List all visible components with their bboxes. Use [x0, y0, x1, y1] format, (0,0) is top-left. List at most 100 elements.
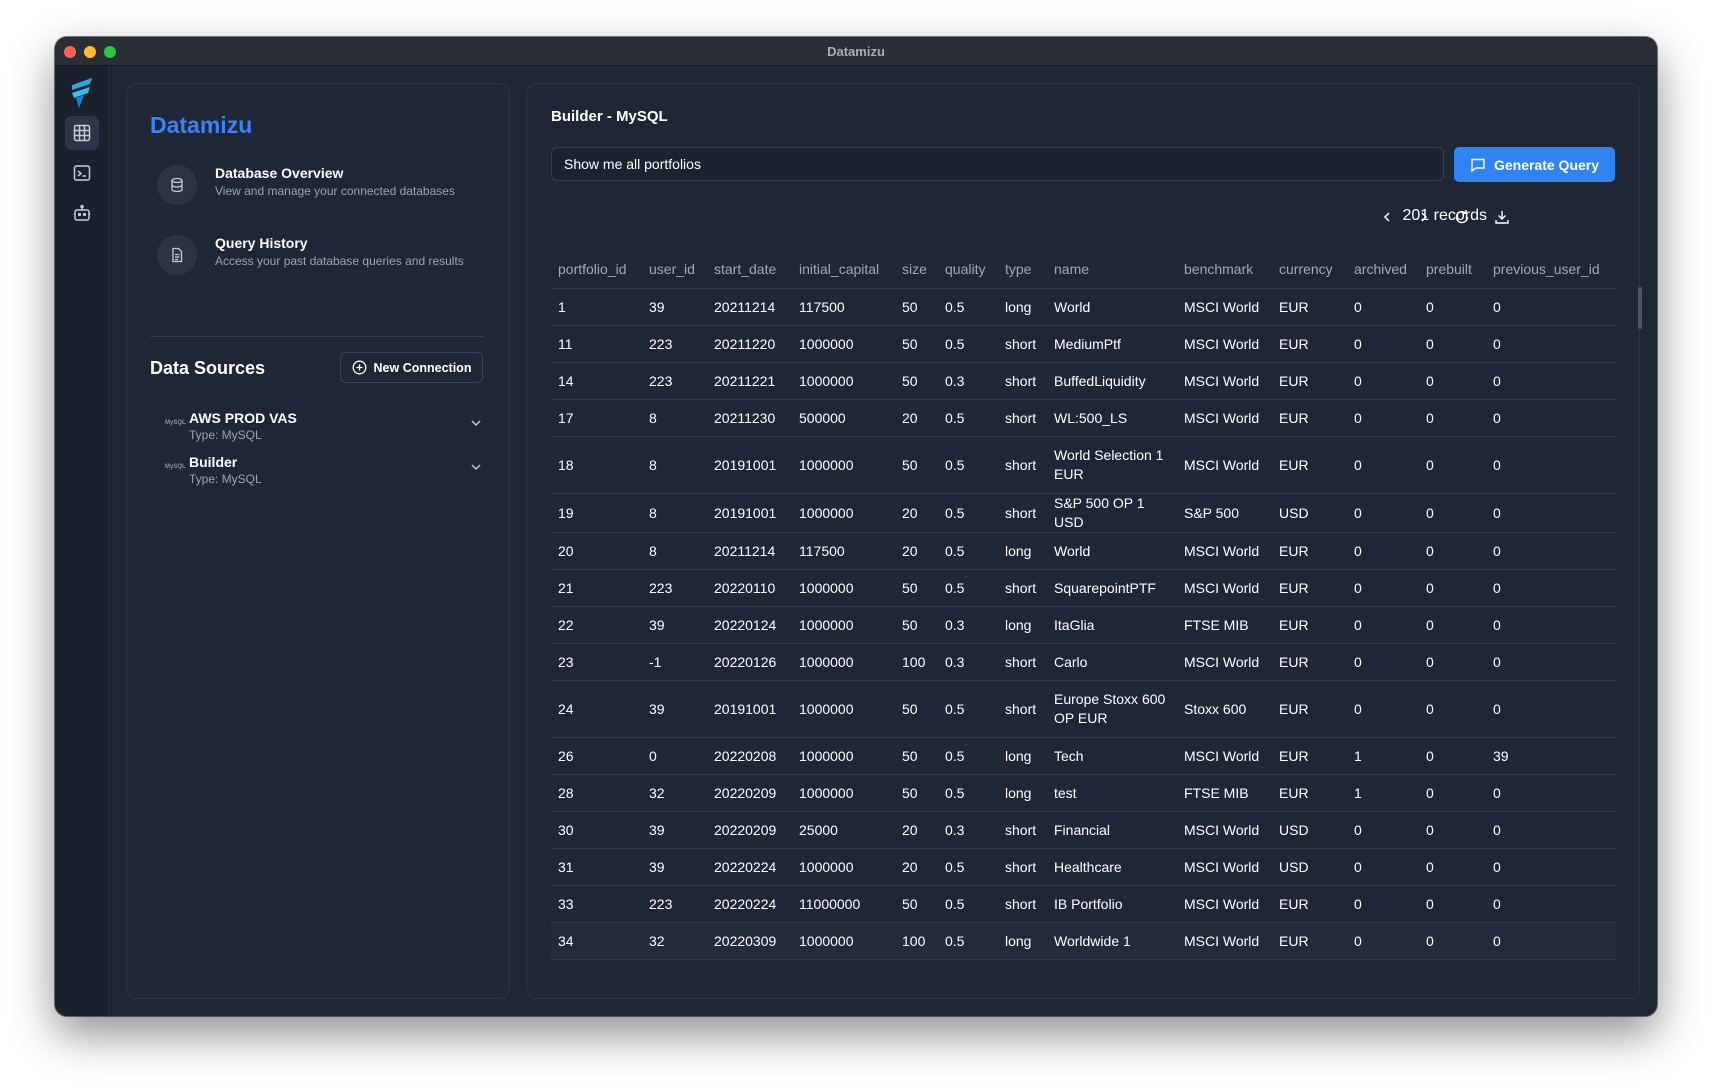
table-row[interactable]: 11 223 20211220 1000000 50 0.5 short MediumPtf M… [551, 325, 1616, 363]
table-cell: short [998, 811, 1047, 849]
table-cell: MSCI World [1177, 436, 1272, 494]
table-cell: 23 [551, 643, 642, 681]
table-cell: 39 [642, 811, 707, 849]
table-cell: MediumPtf [1047, 325, 1177, 363]
table-cell: 32 [642, 774, 707, 812]
data-sources-title: Data Sources [150, 358, 266, 378]
table-row[interactable]: 1 39 20211214 117500 50 0.5 long World MSCI Worl… [551, 288, 1616, 326]
table-row[interactable]: 24 39 20191001 1000000 50 0.5 short Europe Stox… [551, 680, 1616, 738]
table-cell: 0 [1419, 532, 1486, 570]
column-header-currency[interactable]: currency [1272, 250, 1347, 289]
table-row[interactable]: 17 8 20211230 500000 20 0.5 short WL:500_LS MSCI… [551, 399, 1616, 437]
table-cell: 20 [895, 848, 938, 886]
table-cell: 1000000 [792, 493, 895, 533]
column-header-start-date[interactable]: start_date [707, 250, 792, 289]
chevron-left-icon [1383, 212, 1390, 222]
table-view-icon[interactable] [65, 116, 99, 150]
table-cell: 20211220 [707, 325, 792, 363]
table-row[interactable]: 23 -1 20220126 1000000 100 0.3 short Carlo MSCI … [551, 643, 1616, 681]
previous-page-button[interactable] [1375, 205, 1399, 229]
table-cell: 0 [1419, 643, 1486, 681]
table-cell: 117500 [792, 532, 895, 570]
table-row[interactable]: 33 223 20220224 11000000 50 0.5 short IB Portfo… [551, 885, 1616, 923]
nav-database-overview[interactable]: Database Overview View and manage your c… [157, 165, 497, 209]
table-row[interactable]: 30 39 20220209 25000 20 0.3 short Financial MSCI… [551, 811, 1616, 849]
table-cell: 50 [895, 680, 938, 738]
nav-query-history[interactable]: Query History Access your past database … [157, 235, 497, 287]
column-header-portfolio-id[interactable]: portfolio_id [551, 250, 642, 289]
nav-description: Access your past database queries and re… [215, 254, 464, 268]
table-cell: 0 [1347, 922, 1419, 960]
table-cell: S&P 500 OP 1 USD [1047, 493, 1177, 533]
bot-icon[interactable] [65, 196, 99, 230]
table-row[interactable]: 20 8 20211214 117500 20 0.5 long World MSCI Worl… [551, 532, 1616, 570]
table-row[interactable]: 19 8 20191001 1000000 20 0.5 short S&P 500 OP 1… [551, 493, 1616, 533]
nav-title: Database Overview [215, 165, 344, 181]
table-cell: 0 [1347, 643, 1419, 681]
data-source-item[interactable]: MySQL AWS PROD VAS Type: MySQL [165, 410, 483, 446]
table-cell: 8 [642, 532, 707, 570]
table-cell: 26 [551, 737, 642, 775]
table-cell: 11 [551, 325, 642, 363]
generate-query-button[interactable]: Generate Query [1454, 147, 1615, 182]
table-cell: short [998, 885, 1047, 923]
table-cell: 0 [1347, 288, 1419, 326]
column-header-size[interactable]: size [895, 250, 938, 289]
table-cell: 17 [551, 399, 642, 437]
table-cell: 22 [551, 606, 642, 644]
chevron-down-icon[interactable] [469, 460, 483, 474]
column-header-user-id[interactable]: user_id [642, 250, 707, 289]
table-cell: USD [1272, 811, 1347, 849]
table-cell: 0 [1419, 493, 1486, 533]
column-header-benchmark[interactable]: benchmark [1177, 250, 1272, 289]
next-page-button[interactable] [1412, 205, 1436, 229]
column-header-type[interactable]: type [998, 250, 1047, 289]
query-input[interactable] [551, 147, 1444, 181]
table-row[interactable]: 14 223 20211221 1000000 50 0.3 short BuffedLiqu… [551, 362, 1616, 400]
table-cell: MSCI World [1177, 811, 1272, 849]
table-row[interactable]: 22 39 20220124 1000000 50 0.3 long ItaGlia FTSE … [551, 606, 1616, 644]
table-row[interactable]: 31 39 20220224 1000000 20 0.5 short Healthcare M… [551, 848, 1616, 886]
table-cell: MSCI World [1177, 288, 1272, 326]
refresh-button[interactable] [1450, 205, 1474, 229]
table-cell: 0 [1419, 885, 1486, 923]
new-connection-button[interactable]: New Connection [340, 352, 483, 383]
table-cell: 20220110 [707, 569, 792, 607]
column-header-previous-user-id[interactable]: previous_user_id [1486, 250, 1616, 289]
terminal-icon[interactable] [65, 156, 99, 190]
download-button[interactable] [1490, 205, 1514, 229]
table-cell: EUR [1272, 288, 1347, 326]
table-row[interactable]: 18 8 20191001 1000000 50 0.5 short World Select… [551, 436, 1616, 494]
table-cell: 1000000 [792, 737, 895, 775]
column-header-archived[interactable]: archived [1347, 250, 1419, 289]
table-cell: 223 [642, 885, 707, 923]
table-cell: EUR [1272, 362, 1347, 400]
table-scrollbar[interactable] [1638, 287, 1642, 329]
data-source-item[interactable]: MySQL Builder Type: MySQL [165, 454, 483, 490]
table-cell: EUR [1272, 569, 1347, 607]
new-connection-label: New Connection [373, 360, 472, 375]
table-cell: 0 [1347, 399, 1419, 437]
table-cell: USD [1272, 848, 1347, 886]
table-cell: 223 [642, 569, 707, 607]
table-cell: 30 [551, 811, 642, 849]
table-cell: 20 [895, 493, 938, 533]
table-cell: 1000000 [792, 362, 895, 400]
table-row[interactable]: 26 0 20220208 1000000 50 0.5 long Tech MSCI Worl… [551, 737, 1616, 775]
chevron-down-icon[interactable] [469, 416, 483, 430]
column-header-name[interactable]: name [1047, 250, 1177, 289]
table-cell: 20220309 [707, 922, 792, 960]
table-row[interactable]: 21 223 20220110 1000000 50 0.5 short Squarepoin… [551, 569, 1616, 607]
column-header-prebuilt[interactable]: prebuilt [1419, 250, 1486, 289]
table-cell: 0.3 [938, 606, 998, 644]
column-header-quality[interactable]: quality [938, 250, 998, 289]
table-row[interactable]: 28 32 20220209 1000000 50 0.5 long test FTSE MIB… [551, 774, 1616, 812]
table-cell: 39 [642, 288, 707, 326]
table-cell: 50 [895, 325, 938, 363]
table-row[interactable]: 34 32 20220309 1000000 100 0.5 long Worldwide 1… [551, 922, 1616, 960]
table-cell: short [998, 493, 1047, 533]
table-cell: 0.5 [938, 436, 998, 494]
column-header-initial-capital[interactable]: initial_capital [792, 250, 895, 289]
sidebar-divider [150, 336, 484, 337]
table-cell: MSCI World [1177, 532, 1272, 570]
